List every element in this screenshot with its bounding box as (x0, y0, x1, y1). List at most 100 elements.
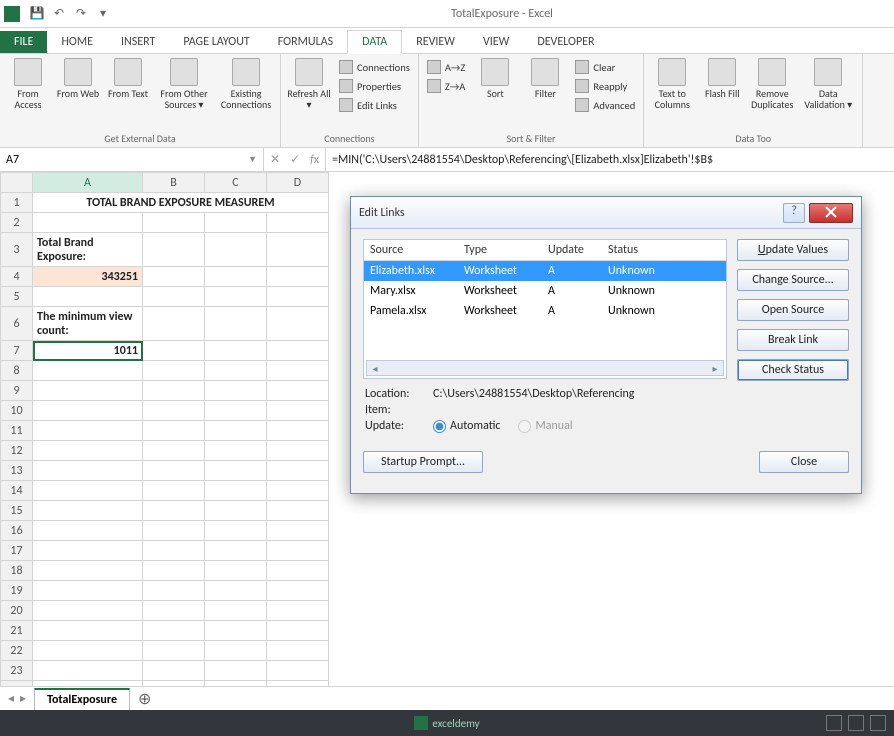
row-header[interactable]: 7 (1, 341, 33, 361)
link-row[interactable]: Elizabeth.xlsx Worksheet A Unknown (364, 261, 726, 281)
row-header[interactable]: 12 (1, 441, 33, 461)
existing-connections-button[interactable]: Existing Connections (216, 56, 276, 131)
tab-view[interactable]: VIEW (469, 31, 523, 53)
update-values-button[interactable]: UUpdate Valuespdate Values (737, 239, 849, 261)
cell[interactable] (33, 213, 143, 233)
row-header[interactable]: 1 (1, 193, 33, 213)
sort-button[interactable]: Sort (471, 56, 519, 131)
properties-button[interactable]: Properties (335, 77, 414, 95)
row-header[interactable]: 5 (1, 287, 33, 307)
dialog-close-button[interactable] (809, 203, 853, 223)
select-all-corner[interactable] (1, 173, 33, 193)
row-header[interactable]: 16 (1, 521, 33, 541)
qat-undo-icon[interactable]: ↶ (48, 3, 70, 25)
tab-insert[interactable]: INSERT (107, 31, 169, 53)
change-source-button[interactable]: Change Source... (737, 269, 849, 291)
filter-button[interactable]: Filter (521, 56, 569, 131)
refresh-all-button[interactable]: Refresh All ▾ (285, 56, 333, 131)
reapply-button[interactable]: Reapply (571, 77, 639, 95)
row-header[interactable]: 18 (1, 561, 33, 581)
scroll-right-icon[interactable]: ▸ (707, 362, 723, 375)
qat-customize-icon[interactable]: ▾ (92, 3, 114, 25)
row-header[interactable]: 6 (1, 307, 33, 341)
scroll-left-icon[interactable]: ◂ (367, 362, 383, 375)
tab-home[interactable]: HOME (47, 31, 107, 53)
dialog-titlebar[interactable]: Edit Links ? (351, 197, 861, 229)
row-header[interactable]: 2 (1, 213, 33, 233)
tab-data[interactable]: DATA (347, 30, 402, 54)
tab-review[interactable]: REVIEW (402, 31, 469, 53)
qat-save-icon[interactable]: 💾 (26, 3, 48, 25)
sheet-tab-totalexposure[interactable]: TotalExposure (34, 688, 130, 710)
links-listbox[interactable]: Source Type Update Status Elizabeth.xlsx… (363, 239, 727, 379)
check-status-button[interactable]: Check Status (737, 359, 849, 381)
qat-redo-icon[interactable]: ↷ (70, 3, 92, 25)
row-header[interactable]: 8 (1, 361, 33, 381)
text-to-columns-button[interactable]: Text to Columns (648, 56, 696, 131)
row-header[interactable]: 10 (1, 401, 33, 421)
row-header[interactable]: 20 (1, 601, 33, 621)
new-sheet-button[interactable]: ⊕ (130, 689, 159, 709)
open-source-button[interactable]: Open Source (737, 299, 849, 321)
cell-a7-selected[interactable]: 1011 (33, 341, 143, 361)
edit-links-button[interactable]: Edit Links (335, 96, 414, 114)
col-header-b[interactable]: B (143, 173, 205, 193)
name-box[interactable]: ▼ (0, 148, 264, 171)
sheet-prev-icon[interactable]: ◂ (8, 691, 14, 706)
enter-icon[interactable]: ✓ (290, 152, 300, 167)
row-header[interactable]: 4 (1, 267, 33, 287)
cell-a1[interactable]: TOTAL BRAND EXPOSURE MEASUREM (33, 193, 329, 213)
name-box-dropdown-icon[interactable]: ▼ (248, 154, 257, 165)
from-other-sources-button[interactable]: From Other Sources ▾ (154, 56, 214, 131)
col-header-c[interactable]: C (205, 173, 267, 193)
fx-icon[interactable]: fx (310, 153, 319, 167)
cell-a3[interactable]: Total Brand Exposure: (33, 233, 143, 267)
dialog-help-button[interactable]: ? (783, 203, 805, 223)
advanced-button[interactable]: Advanced (571, 96, 639, 114)
from-access-button[interactable]: From Access (4, 56, 52, 131)
view-normal-icon[interactable] (826, 715, 842, 731)
sort-asc-button[interactable]: A→Z (423, 58, 470, 76)
cancel-icon[interactable]: ✕ (270, 152, 280, 167)
row-header[interactable]: 17 (1, 541, 33, 561)
view-pagebreak-icon[interactable] (870, 715, 886, 731)
close-button[interactable]: Close (759, 451, 849, 473)
remove-duplicates-button[interactable]: Remove Duplicates (748, 56, 796, 131)
sheet-nav[interactable]: ◂▸ (0, 691, 34, 706)
link-row[interactable]: Pamela.xlsx Worksheet A Unknown (364, 301, 726, 321)
sort-desc-button[interactable]: Z→A (423, 77, 470, 95)
from-web-button[interactable]: From Web (54, 56, 102, 131)
cell-a4[interactable]: 343251 (33, 267, 143, 287)
row-header[interactable]: 3 (1, 233, 33, 267)
row-header[interactable]: 11 (1, 421, 33, 441)
break-link-button[interactable]: Break Link (737, 329, 849, 351)
link-row[interactable]: Mary.xlsx Worksheet A Unknown (364, 281, 726, 301)
row-header[interactable]: 19 (1, 581, 33, 601)
sheet-next-icon[interactable]: ▸ (20, 691, 26, 706)
update-manual-radio[interactable]: Manual (518, 419, 572, 433)
row-header[interactable]: 9 (1, 381, 33, 401)
data-validation-button[interactable]: Data Validation ▾ (798, 56, 858, 131)
col-header-d[interactable]: D (267, 173, 329, 193)
row-header[interactable]: 13 (1, 461, 33, 481)
formula-input[interactable]: =MIN('C:\Users\24881554\Desktop\Referenc… (325, 148, 894, 171)
name-box-input[interactable] (6, 153, 248, 167)
row-header[interactable]: 14 (1, 481, 33, 501)
from-text-button[interactable]: From Text (104, 56, 152, 131)
cell-a6[interactable]: The minimum view count: (33, 307, 143, 341)
row-header[interactable]: 22 (1, 641, 33, 661)
flash-fill-button[interactable]: Flash Fill (698, 56, 746, 131)
links-hscrollbar[interactable]: ◂ ▸ (366, 360, 724, 376)
connections-button[interactable]: Connections (335, 58, 414, 76)
update-automatic-radio[interactable]: Automatic (433, 419, 500, 433)
startup-prompt-button[interactable]: Startup Prompt... (363, 451, 483, 473)
tab-file[interactable]: FILE (0, 31, 47, 53)
clear-button[interactable]: Clear (571, 58, 639, 76)
tab-developer[interactable]: DEVELOPER (523, 31, 608, 53)
view-layout-icon[interactable] (848, 715, 864, 731)
row-header[interactable]: 15 (1, 501, 33, 521)
tab-formulas[interactable]: FORMULAS (264, 31, 347, 53)
row-header[interactable]: 21 (1, 621, 33, 641)
col-header-a[interactable]: A (33, 173, 143, 193)
tab-page-layout[interactable]: PAGE LAYOUT (169, 31, 263, 53)
